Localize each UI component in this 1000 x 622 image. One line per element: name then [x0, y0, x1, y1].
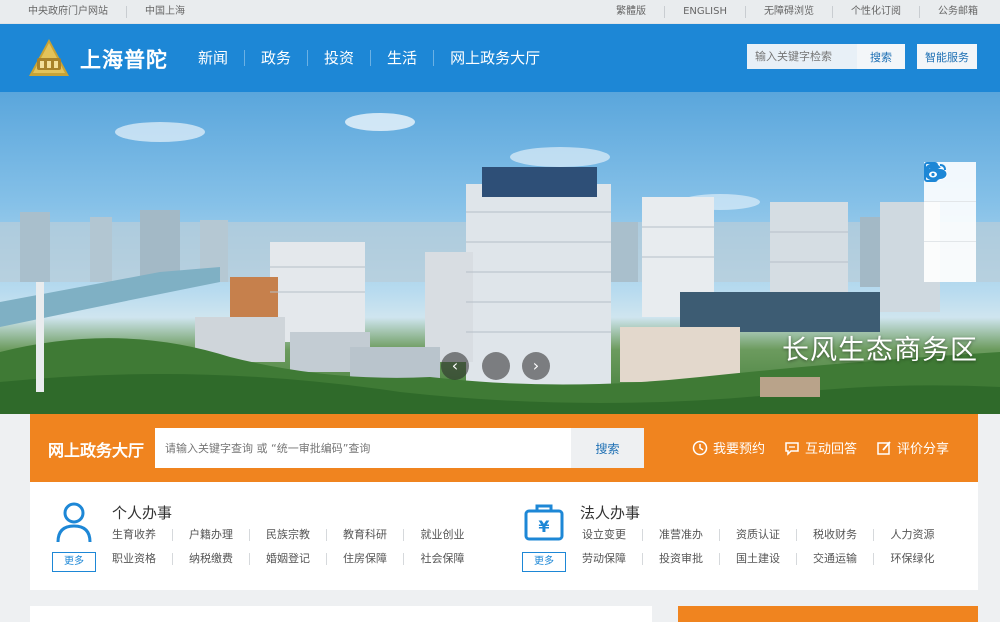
legal-title: 法人办事: [580, 504, 641, 522]
header-search-input[interactable]: [747, 44, 857, 69]
nav-news[interactable]: 新闻: [182, 50, 246, 66]
personal-more-button[interactable]: 更多: [52, 552, 96, 572]
legal-links-row1: 设立变更 准营准办 资质认证 税收财务 人力资源: [566, 529, 951, 541]
nav-life[interactable]: 生活: [371, 50, 435, 66]
legal-link[interactable]: 设立变更: [566, 529, 643, 541]
smart-service-button[interactable]: 智能服务: [917, 44, 977, 69]
site-name: 上海普陀: [80, 48, 168, 72]
service-search-input[interactable]: [155, 428, 571, 468]
personal-link[interactable]: 社会保障: [404, 553, 481, 565]
link-accessibility[interactable]: 无障碍浏览: [746, 6, 833, 18]
personal-link[interactable]: 纳税缴费: [173, 553, 250, 565]
legal-link[interactable]: 环保绿化: [874, 553, 951, 565]
appointment-link[interactable]: 我要预约: [692, 438, 765, 457]
legal-link[interactable]: 资质认证: [720, 529, 797, 541]
nav-investment[interactable]: 投资: [308, 50, 372, 66]
personal-link[interactable]: 住房保障: [327, 553, 404, 565]
personal-link[interactable]: 就业创业: [404, 529, 481, 541]
person-icon: [56, 502, 92, 543]
personal-link[interactable]: 教育科研: [327, 529, 404, 541]
evaluation-link[interactable]: 评价分享: [876, 438, 949, 457]
legal-link[interactable]: 人力资源: [874, 529, 951, 541]
news-card: [30, 606, 652, 622]
banner-next-arrow[interactable]: ›: [522, 352, 550, 380]
legal-link[interactable]: 税收财务: [797, 529, 874, 541]
interaction-label: 互动回答: [805, 442, 858, 457]
personal-links-row2: 职业资格 纳税缴费 婚姻登记 住房保障 社会保障: [96, 553, 481, 565]
personal-link[interactable]: 生育收养: [96, 529, 173, 541]
link-subscribe[interactable]: 个性化订阅: [833, 6, 920, 18]
wechat-icon[interactable]: [924, 163, 976, 242]
svg-text:¥: ¥: [538, 517, 549, 536]
personal-link[interactable]: 户籍办理: [173, 529, 250, 541]
link-english[interactable]: ENGLISH: [665, 6, 746, 18]
banner-pager-dot[interactable]: [482, 352, 510, 380]
nav-online-hall[interactable]: 网上政务大厅: [434, 50, 556, 66]
side-share-tools: [924, 162, 976, 282]
legal-link[interactable]: 投资审批: [643, 553, 720, 565]
personal-link[interactable]: 婚姻登记: [250, 553, 327, 565]
link-central-gov[interactable]: 中央政府门户网站: [28, 6, 127, 18]
affairs-panel: 个人办事 更多 生育收养 户籍办理 民族宗教 教育科研 就业创业 职业资格 纳税…: [30, 482, 978, 590]
header-search-button[interactable]: 搜索: [857, 44, 905, 69]
nav-government[interactable]: 政务: [245, 50, 309, 66]
interaction-link[interactable]: 互动回答: [784, 438, 857, 457]
appointment-label: 我要预约: [713, 442, 766, 457]
chat-icon: [785, 441, 799, 456]
link-china-shanghai[interactable]: 中国上海: [127, 6, 203, 18]
briefcase-icon: ¥: [524, 504, 564, 541]
personal-title: 个人办事: [112, 504, 173, 522]
banner-caption: 长风生态商务区: [782, 335, 978, 366]
service-search-button[interactable]: 搜索: [571, 428, 644, 468]
link-traditional[interactable]: 繁體版: [598, 6, 666, 18]
online-service-bar: 网上政务大厅 搜索 我要预约 互动回答 评价分享: [30, 414, 978, 482]
legal-link[interactable]: 准营准办: [643, 529, 720, 541]
legal-link[interactable]: 交通运输: [797, 553, 874, 565]
personal-link[interactable]: 职业资格: [96, 553, 173, 565]
orange-card: [678, 606, 978, 622]
link-mail[interactable]: 公务邮箱: [920, 6, 978, 18]
header: 上海普陀 新闻 政务 投资 生活 网上政务大厅 搜索 智能服务: [0, 24, 1000, 92]
clock-icon: [692, 440, 708, 455]
legal-link[interactable]: 国土建设: [720, 553, 797, 565]
main-nav: 新闻 政务 投资 生活 网上政务大厅: [182, 44, 556, 72]
personal-link[interactable]: 民族宗教: [250, 529, 327, 541]
top-utility-bar: 中央政府门户网站 中国上海 繁體版 ENGLISH 无障碍浏览 个性化订阅 公务…: [0, 0, 1000, 24]
evaluation-label: 评价分享: [897, 442, 950, 457]
weibo-icon[interactable]: [924, 164, 976, 282]
legal-link[interactable]: 劳动保障: [566, 553, 643, 565]
personal-links-row1: 生育收养 户籍办理 民族宗教 教育科研 就业创业: [96, 529, 481, 541]
legal-links-row2: 劳动保障 投资审批 国土建设 交通运输 环保绿化: [566, 553, 951, 565]
service-title: 网上政务大厅: [48, 441, 145, 460]
site-logo-icon[interactable]: [28, 38, 70, 78]
legal-more-button[interactable]: 更多: [522, 552, 566, 572]
banner-prev-arrow[interactable]: ‹: [441, 352, 469, 380]
edit-icon: [877, 440, 891, 455]
banner-image: 长风生态商务区 ‹ ›: [0, 92, 1000, 414]
